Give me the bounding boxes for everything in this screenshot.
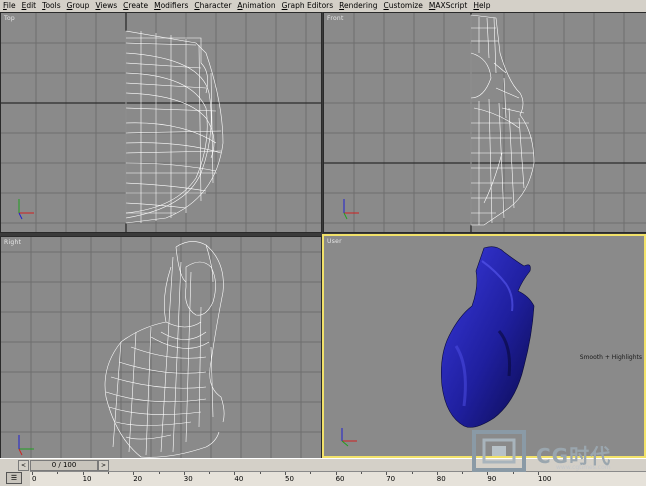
ruler-tick-mark [436, 472, 438, 475]
ruler-tick-mark [183, 472, 185, 475]
ruler-tick-label: 0 [32, 475, 37, 483]
ruler-tick-mark [335, 472, 337, 475]
ruler-tick-mark [57, 472, 59, 474]
menu-item-tools[interactable]: Tools [39, 0, 63, 12]
viewport-label-user[interactable]: User [327, 238, 342, 245]
ruler-tick-mark [107, 472, 109, 474]
menu-item-character[interactable]: Character [191, 0, 234, 12]
menu-item-edit[interactable]: Edit [19, 0, 40, 12]
cg-logo-watermark: CG时代 www.cgtimes.com [470, 428, 646, 478]
ruler-tick-mark [285, 472, 286, 475]
menu-label: ools [45, 1, 61, 10]
ruler-tick-label: 40 [234, 475, 244, 483]
ruler-tick-mark [209, 472, 211, 474]
menu-label: dit [26, 1, 37, 10]
menu-label: haracter [199, 1, 232, 10]
menu-label: endering [344, 1, 378, 10]
viewport-label-right[interactable]: Right [4, 239, 21, 246]
ruler-tick-label: 30 [183, 475, 193, 483]
axis-tripod-top [18, 199, 34, 220]
menu-label: ustomize [388, 1, 423, 10]
ruler-tick-mark [32, 472, 33, 475]
next-frame-button[interactable]: > [98, 460, 109, 471]
ruler-tick-mark [310, 472, 312, 474]
viewport-front[interactable]: Front [323, 12, 646, 233]
menu-label: reate [128, 1, 149, 10]
menu-label: roup [72, 1, 90, 10]
menu-item-create[interactable]: Create [120, 0, 151, 12]
key-filter-icon[interactable]: ☰ [6, 472, 22, 484]
shading-mode-text: Smooth + Highlights [579, 354, 642, 361]
viewport-area: Top Front Right User Smooth + Highlights [0, 12, 646, 460]
ruler-tick-label: 20 [133, 475, 143, 483]
axis-tripod-front [343, 199, 359, 220]
viewport-label-top[interactable]: Top [4, 15, 15, 22]
ruler-tick-mark [133, 472, 135, 475]
menu-label: odifiers [160, 1, 189, 10]
ruler-tick-mark [360, 472, 362, 474]
menu-item-animation[interactable]: Animation [234, 0, 278, 12]
front-wireframe [324, 13, 646, 232]
menu-label: ile [6, 1, 16, 10]
viewport-label-front[interactable]: Front [327, 15, 344, 22]
viewport-user[interactable]: User Smooth + Highlights [322, 234, 646, 458]
logo-url-text: www.cgtimes.com [556, 464, 611, 471]
top-wireframe [1, 13, 321, 232]
ruler-tick-mark [386, 472, 388, 475]
user-shaded-model [341, 246, 535, 447]
menu-label: iews [100, 1, 118, 10]
prev-frame-button[interactable]: < [18, 460, 29, 471]
menu-item-graph-editors[interactable]: Graph Editors [279, 0, 337, 12]
ruler-tick-label: 70 [386, 475, 396, 483]
menu-item-customize[interactable]: Customize [380, 0, 425, 12]
menu-label: raph Editors [287, 1, 334, 10]
viewport-top[interactable]: Top [0, 12, 322, 233]
menu-item-modifiers[interactable]: Modifiers [151, 0, 191, 12]
right-wireframe [1, 237, 321, 459]
ruler-tick-mark [158, 472, 160, 474]
ruler-tick-mark [234, 472, 236, 475]
menu-label: AXScript [435, 1, 468, 10]
axis-tripod-user [341, 428, 357, 447]
menu-item-file[interactable]: File [0, 0, 19, 12]
ruler-tick-label: 80 [436, 475, 446, 483]
ruler-tick-mark [259, 472, 261, 474]
menu-item-maxscript[interactable]: MAXScript [426, 0, 471, 12]
menu-label: elp [479, 1, 491, 10]
ruler-tick-label: 50 [285, 475, 294, 483]
menu-item-group[interactable]: Group [64, 0, 93, 12]
menu-item-views[interactable]: Views [92, 0, 120, 12]
menu-item-help[interactable]: Help [470, 0, 493, 12]
ruler-tick-label: 60 [335, 475, 345, 483]
menu-label: nimation [242, 1, 276, 10]
ruler-tick-mark [82, 472, 84, 475]
time-slider[interactable]: 0 / 100 [30, 460, 98, 471]
ruler-tick-label: 10 [82, 475, 92, 483]
viewport-right[interactable]: Right [0, 236, 322, 460]
axis-tripod-right [18, 435, 34, 456]
menu-item-rendering[interactable]: Rendering [336, 0, 380, 12]
ruler-tick-mark [411, 472, 413, 474]
ruler-tick-mark [462, 472, 464, 474]
logo-icon [472, 430, 526, 472]
